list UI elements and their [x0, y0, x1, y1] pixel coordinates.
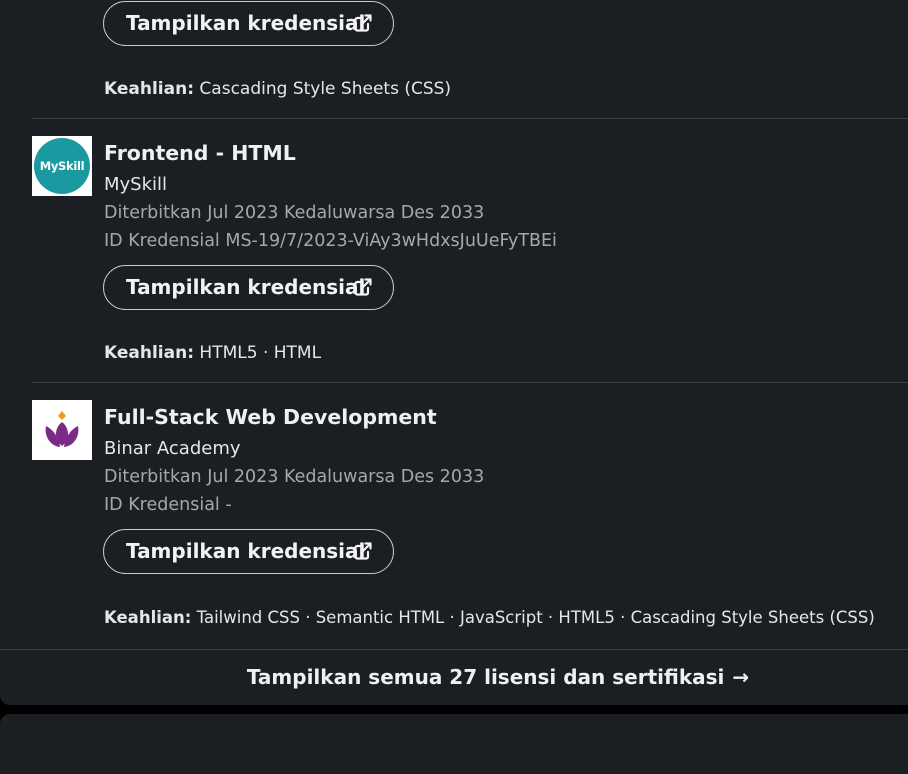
external-link-icon — [354, 542, 372, 560]
skills-label: Keahlian: — [104, 79, 195, 99]
skills-list: HTML5 · HTML — [199, 343, 322, 363]
skills-list: Cascading Style Sheets (CSS) — [199, 79, 452, 99]
cert-dates: Diterbitkan Jul 2023 Kedaluwarsa Des 203… — [104, 203, 485, 223]
next-section-card — [0, 714, 908, 774]
cert-credential-id: ID Kredensial - — [104, 495, 232, 515]
show-all-certifications-link[interactable]: Tampilkan semua 27 lisensi dan sertifika… — [0, 650, 908, 705]
cert-issuer: Binar Academy — [104, 438, 241, 459]
cert-title[interactable]: Frontend - HTML — [104, 141, 296, 165]
skills-line: Keahlian: HTML5 · HTML — [104, 343, 321, 363]
divider — [32, 382, 908, 383]
cert-title[interactable]: Full-Stack Web Development — [104, 405, 437, 429]
myskill-logo-text: MySkill — [39, 159, 85, 173]
show-credential-label: Tampilkan kredensial — [126, 275, 366, 299]
binar-academy-logo[interactable] — [32, 400, 92, 460]
show-credential-label: Tampilkan kredensial — [126, 539, 366, 563]
myskill-logo[interactable]: MySkill — [32, 136, 92, 196]
show-credential-button[interactable]: Tampilkan kredensial — [103, 265, 394, 310]
licenses-certifications-card: Tampilkan kredensial Keahlian: Cascading… — [0, 0, 908, 705]
skills-label: Keahlian: — [104, 608, 192, 627]
show-credential-button[interactable]: Tampilkan kredensial — [103, 529, 394, 574]
arrow-right-icon: → — [732, 665, 750, 689]
show-credential-button[interactable]: Tampilkan kredensial — [103, 1, 394, 46]
cert-credential-id: ID Kredensial MS-19/7/2023-ViAy3wHdxsJuU… — [104, 231, 557, 251]
divider — [32, 118, 908, 119]
show-all-label: Tampilkan semua 27 lisensi dan sertifika… — [246, 665, 725, 689]
skills-line: Keahlian: Cascading Style Sheets (CSS) — [104, 79, 451, 99]
cert-dates: Diterbitkan Jul 2023 Kedaluwarsa Des 203… — [104, 467, 485, 487]
skills-list: Tailwind CSS · Semantic HTML · JavaScrip… — [196, 608, 875, 627]
skills-label: Keahlian: — [104, 343, 195, 363]
skills-line: Keahlian: Tailwind CSS · Semantic HTML ·… — [104, 608, 875, 627]
external-link-icon — [354, 278, 372, 296]
show-credential-label: Tampilkan kredensial — [126, 11, 366, 35]
external-link-icon — [354, 14, 372, 32]
cert-issuer: MySkill — [104, 174, 168, 195]
binar-academy-lotus-icon — [45, 411, 79, 447]
